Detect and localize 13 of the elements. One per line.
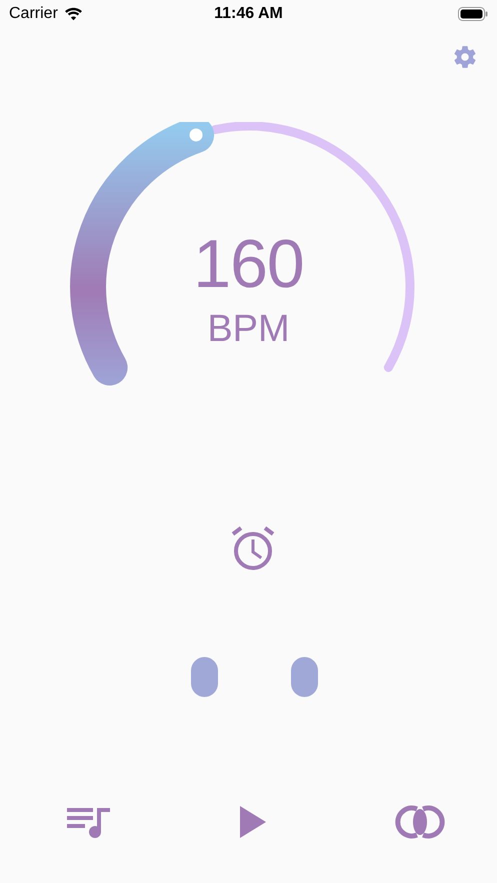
settings-icon[interactable] bbox=[452, 44, 478, 70]
wifi-icon bbox=[64, 6, 83, 20]
clock-time: 11:46 AM bbox=[214, 4, 283, 22]
battery-icon bbox=[458, 6, 488, 20]
play-icon[interactable] bbox=[239, 805, 267, 839]
beat-indicator bbox=[291, 657, 318, 697]
tempo-value: 160 bbox=[193, 230, 304, 298]
playlist-icon[interactable] bbox=[67, 805, 111, 839]
beat-indicator bbox=[191, 657, 218, 697]
carrier-name: Carrier bbox=[9, 4, 58, 22]
overlapping-circles-icon[interactable] bbox=[395, 805, 445, 839]
tempo-unit: BPM bbox=[207, 310, 290, 348]
alarm-clock-icon[interactable] bbox=[230, 525, 276, 571]
